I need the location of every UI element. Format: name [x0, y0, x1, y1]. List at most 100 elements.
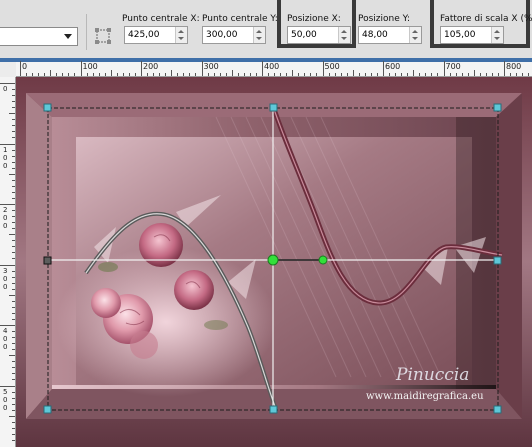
ruler-tick [141, 61, 142, 76]
spin-down-icon[interactable] [178, 37, 184, 40]
handle-bottom-center[interactable] [269, 405, 278, 414]
ruler-tick [455, 73, 457, 76]
ruler-tick [12, 331, 15, 333]
position-x-spinner[interactable] [338, 27, 350, 43]
center-x-input[interactable]: 425,00 [124, 26, 188, 44]
ruler-tick [522, 73, 524, 76]
spin-up-icon[interactable] [412, 30, 418, 33]
watermark-site: www.maidiregrafica.eu [366, 391, 484, 402]
vertical-ruler[interactable]: 0 100 200 300 400 500 [0, 77, 16, 447]
center-x-spinner[interactable] [175, 27, 187, 43]
ruler-tick [370, 73, 372, 76]
ruler-label: 800 [506, 62, 522, 71]
spin-down-icon[interactable] [412, 37, 418, 40]
ruler-tick [292, 70, 294, 76]
position-y-spinner[interactable] [409, 27, 421, 43]
horizontal-ruler[interactable]: 0 100 200 300 400 500 600 700 800 [16, 61, 532, 77]
pivot-center-handle[interactable] [267, 254, 279, 266]
ruler-tick [12, 216, 15, 218]
ruler-tick [340, 73, 342, 76]
ruler-label: 300 [3, 266, 8, 291]
ruler-tick [9, 294, 15, 296]
ruler-label: 500 [3, 387, 8, 412]
ruler-label: 400 [3, 327, 8, 351]
rotation-handle[interactable] [318, 255, 328, 265]
ruler-tick [12, 367, 15, 369]
ruler-tick [38, 73, 40, 76]
spin-up-icon[interactable] [256, 30, 262, 33]
ruler-tick [358, 73, 360, 76]
ruler-tick [207, 73, 209, 76]
ruler-tick [12, 300, 15, 302]
ruler-tick [183, 73, 185, 76]
center-x-value: 425,00 [128, 30, 160, 40]
spin-up-icon[interactable] [178, 30, 184, 33]
ruler-tick [153, 73, 155, 76]
ruler-tick [12, 240, 15, 242]
ruler-label: 400 [264, 62, 280, 71]
spin-down-icon[interactable] [256, 37, 262, 40]
handle-middle-left[interactable] [43, 256, 52, 265]
spin-up-icon[interactable] [341, 30, 347, 33]
ruler-tick [12, 433, 15, 435]
ruler-tick [9, 234, 15, 236]
ruler-tick [12, 119, 15, 121]
ruler-tick [243, 73, 245, 76]
ruler-label: 300 [203, 62, 219, 71]
ruler-tick [177, 73, 179, 76]
ruler-tick [104, 73, 106, 76]
ruler-tick [255, 73, 257, 76]
spin-down-icon[interactable] [341, 37, 347, 40]
ruler-tick [189, 73, 191, 76]
handle-top-left[interactable] [43, 103, 52, 112]
spin-up-icon[interactable] [494, 30, 500, 33]
ruler-tick [316, 73, 318, 76]
scale-x-spinner[interactable] [491, 27, 503, 43]
center-y-input[interactable]: 300,00 [202, 26, 266, 44]
ruler-tick [12, 197, 15, 199]
ruler-tick [12, 246, 15, 248]
ruler-tick [12, 276, 15, 278]
ruler-tick [352, 70, 354, 76]
ruler-tick [425, 73, 427, 76]
mode-dropdown[interactable] [0, 27, 78, 46]
ruler-tick [128, 73, 130, 76]
ruler-tick [237, 73, 239, 76]
handle-bottom-right[interactable] [493, 405, 502, 414]
toolbar: Punto centrale X: 425,00 Punto centrale … [0, 0, 532, 58]
handle-bottom-left[interactable] [43, 405, 52, 414]
handle-top-center[interactable] [269, 103, 278, 112]
image-canvas[interactable]: Pinuccia www.maidiregrafica.eu [16, 77, 532, 447]
ruler-tick [225, 73, 227, 76]
ruler-tick [195, 73, 197, 76]
ruler-tick [491, 73, 493, 76]
position-y-input[interactable]: 48,00 [358, 26, 422, 44]
center-y-spinner[interactable] [253, 27, 265, 43]
handle-middle-right[interactable] [493, 256, 502, 265]
ruler-tick [12, 343, 15, 345]
position-x-input[interactable]: 50,00 [287, 26, 351, 44]
ruler-tick [86, 73, 88, 76]
ruler-corner [0, 62, 16, 77]
scale-x-label: Fattore di scala X (%) [440, 14, 532, 24]
position-x-value: 50,00 [291, 30, 317, 40]
ruler-tick [497, 73, 499, 76]
ruler-tick [12, 137, 15, 139]
ruler-tick [346, 73, 348, 76]
handle-top-right[interactable] [493, 103, 502, 112]
spin-down-icon[interactable] [494, 37, 500, 40]
ruler-tick [9, 415, 15, 417]
ruler-tick [437, 73, 439, 76]
scale-x-input[interactable]: 105,00 [440, 26, 504, 44]
position-x-label: Posizione X: [287, 14, 341, 24]
ruler-tick [12, 349, 15, 351]
ruler-tick [74, 73, 76, 76]
pick-tool-icon[interactable] [94, 27, 112, 45]
watermark-signature: Pinuccia [395, 365, 469, 385]
ruler-tick [201, 61, 203, 76]
ruler-tick [383, 61, 384, 76]
ruler-tick [516, 73, 518, 76]
ruler-tick [504, 61, 505, 76]
ruler-tick [419, 73, 421, 76]
ruler-tick [0, 325, 15, 326]
